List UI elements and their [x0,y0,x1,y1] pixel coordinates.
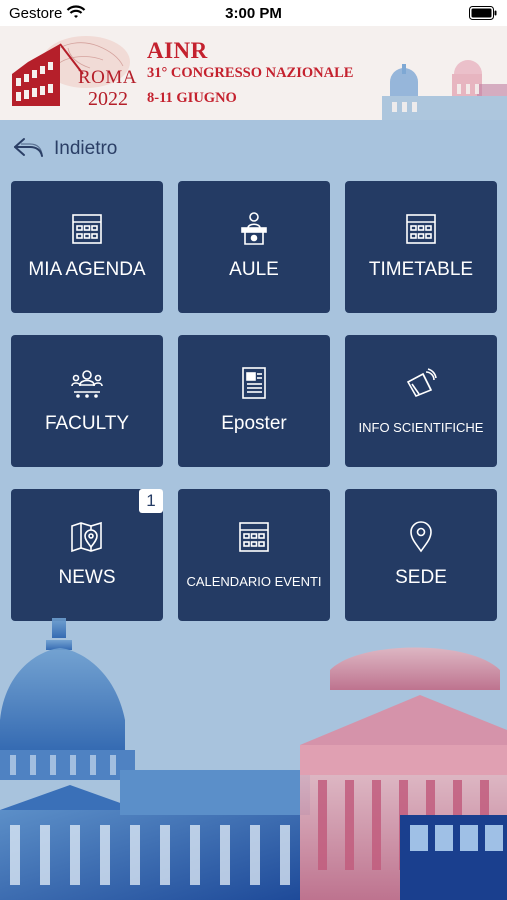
tile-timetable[interactable]: TIMETABLE [345,181,497,313]
rome-skyline-illustration [0,610,507,900]
tile-aule[interactable]: AULE [178,181,330,313]
document-icon [178,365,330,401]
tile-label: NEWS [58,567,116,588]
tile-info-scientifiche[interactable]: INFO SCIENTIFICHE [345,335,497,467]
tile-eposter[interactable]: Eposter [178,335,330,467]
banner-congress: 31° CONGRESSO NAZIONALE [147,65,354,81]
tile-label: AULE [229,259,279,280]
tile-label: SEDE [395,567,447,588]
tile-label: FACULTY [44,413,130,434]
clock: 3:00 PM [225,5,282,22]
notification-badge: 1 [139,489,163,513]
back-button[interactable]: Indietro [12,135,117,163]
map-pin-icon [11,519,163,555]
back-arrow-icon [12,136,44,163]
banner-dates: 8-11 GIUGNO [147,90,237,106]
tile-label: MIA AGENDA [28,259,146,280]
location-pin-icon [345,519,497,555]
menu-grid: MIA AGENDA AULE TIMETABLE FACULTY Eposte… [11,181,497,622]
tile-label: Eposter [221,413,287,434]
tile-mia-agenda[interactable]: MIA AGENDA [11,181,163,313]
podium-icon [178,211,330,247]
status-bar: Gestore 3:00 PM [0,0,507,26]
banner-year: 2022 [88,88,128,110]
calendar-icon [345,211,497,247]
banner-city: ROMA [78,67,138,88]
back-label: Indietro [54,138,118,159]
tile-label: TIMETABLE [368,259,474,280]
tile-sede[interactable]: SEDE [345,489,497,621]
tile-news[interactable]: NEWS 1 [11,489,163,621]
congress-banner: ROMA 2022 AINR 31° CONGRESSO NAZIONALE 8… [0,26,507,120]
tile-calendario-eventi[interactable]: CALENDARIO EVENTI [178,489,330,621]
faculty-icon [11,365,163,401]
calendar-icon [11,211,163,247]
tile-label: CALENDARIO EVENTI [186,574,322,589]
info-scientific-icon [345,365,497,401]
tile-faculty[interactable]: FACULTY [11,335,163,467]
banner-org: AINR [147,38,208,63]
battery-icon [469,6,497,24]
calendar-icon [178,519,330,555]
rome-skyline-art [382,44,507,120]
tile-label: INFO SCIENTIFICHE [358,420,484,435]
